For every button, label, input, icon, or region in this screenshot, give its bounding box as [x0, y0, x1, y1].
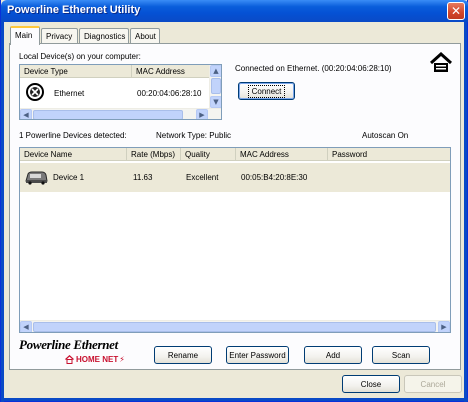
scroll-thumb[interactable] — [33, 110, 183, 119]
home-net-house-icon — [65, 354, 74, 364]
connect-button-label: Connect — [247, 84, 286, 98]
column-password[interactable]: Password — [328, 148, 450, 161]
column-mac-address[interactable]: MAC Address — [236, 148, 328, 161]
scroll-thumb[interactable] — [33, 322, 436, 332]
tab-privacy[interactable]: Privacy — [41, 28, 78, 44]
window-border-bottom — [1, 398, 468, 401]
scroll-left-arrow-icon[interactable]: ◀ — [20, 109, 32, 119]
add-button[interactable]: Add — [304, 346, 362, 364]
scan-button-label: Scan — [391, 350, 411, 360]
scroll-thumb[interactable] — [211, 78, 221, 94]
devices-list-hscrollbar[interactable]: ◀ ▶ — [20, 320, 450, 332]
rename-button-label: Rename — [167, 350, 199, 360]
logo-lightning-icon: ⚡ — [119, 354, 125, 364]
device-mac: 00:05:B4:20:8E:30 — [241, 173, 308, 182]
powerline-ethernet-logo: Powerline Ethernet HOME NET ⚡ — [19, 337, 127, 367]
window-border-right — [464, 22, 467, 402]
enter-password-button-label: Enter Password — [229, 350, 286, 360]
powerline-devices-list[interactable]: Device Name Rate (Mbps) Quality MAC Addr… — [19, 147, 451, 333]
scroll-left-arrow-icon[interactable]: ◀ — [20, 321, 32, 332]
local-list-hscrollbar[interactable]: ◀ ▶ — [20, 108, 221, 119]
scan-button[interactable]: Scan — [372, 346, 430, 364]
scroll-up-arrow-icon[interactable]: ▲ — [210, 65, 221, 77]
column-rate[interactable]: Rate (Mbps) — [127, 148, 181, 161]
cancel-button[interactable]: Cancel — [404, 375, 462, 393]
column-device-type[interactable]: Device Type — [20, 65, 132, 78]
window-title: Powerline Ethernet Utility — [7, 4, 141, 16]
logo-wordmark: Powerline Ethernet — [19, 337, 118, 352]
table-row[interactable]: Device 1 11.63 Excellent 00:05:B4:20:8E:… — [20, 163, 450, 192]
logo-subtext: HOME NET — [76, 354, 119, 364]
devices-list-header: Device Name Rate (Mbps) Quality MAC Addr… — [20, 148, 450, 161]
network-type-label: Network Type: Public — [156, 131, 231, 140]
local-device-mac: 00:20:04:06:28:10 — [137, 89, 202, 98]
connect-button[interactable]: Connect — [238, 82, 295, 100]
local-device-type: Ethernet — [54, 89, 85, 98]
device-name: Device 1 — [53, 173, 85, 182]
home-net-mark: HOME NET ⚡ — [65, 353, 127, 365]
window-close-button[interactable]: ✕ — [447, 2, 465, 20]
connection-status: Connected on Ethernet. (00:20:04:06:28:1… — [235, 64, 392, 73]
column-device-name[interactable]: Device Name — [20, 148, 127, 161]
tab-main[interactable]: Main — [10, 26, 40, 45]
autoscan-status: Autoscan On — [362, 131, 409, 140]
scroll-right-arrow-icon[interactable]: ▶ — [196, 109, 208, 119]
device-rate: 11.63 — [133, 173, 153, 182]
cancel-button-label: Cancel — [420, 379, 446, 389]
list-item[interactable]: Ethernet 00:20:04:06:28:10 — [20, 79, 210, 107]
device-quality: Excellent — [186, 173, 219, 182]
app-window: Powerline Ethernet Utility ✕ Main Privac… — [0, 0, 468, 402]
powerline-adapter-icon — [24, 169, 48, 185]
devices-detected-label: 1 Powerline Devices detected: — [19, 131, 127, 140]
tab-about[interactable]: About — [130, 28, 160, 44]
home-network-icon — [429, 51, 453, 74]
window-border-left — [1, 22, 4, 402]
close-button-label: Close — [360, 379, 382, 389]
title-bar[interactable]: Powerline Ethernet Utility ✕ — [1, 0, 468, 22]
rename-button[interactable]: Rename — [154, 346, 212, 364]
column-quality[interactable]: Quality — [181, 148, 236, 161]
enter-password-button[interactable]: Enter Password — [226, 346, 289, 364]
close-button[interactable]: Close — [342, 375, 400, 393]
add-button-label: Add — [325, 350, 341, 360]
tab-diagnostics[interactable]: Diagnostics — [79, 28, 129, 44]
local-list-header: Device Type MAC Address — [20, 65, 210, 78]
scroll-down-arrow-icon[interactable]: ▼ — [210, 96, 221, 108]
scroll-right-arrow-icon[interactable]: ▶ — [438, 321, 450, 332]
column-mac-address[interactable]: MAC Address — [132, 65, 210, 78]
ethernet-icon — [26, 83, 44, 101]
local-devices-label: Local Device(s) on your computer: — [19, 52, 141, 61]
local-list-vscrollbar[interactable]: ▲ ▼ — [209, 65, 221, 108]
local-devices-list[interactable]: Device Type MAC Address Ethernet 00:20:0… — [19, 64, 222, 120]
